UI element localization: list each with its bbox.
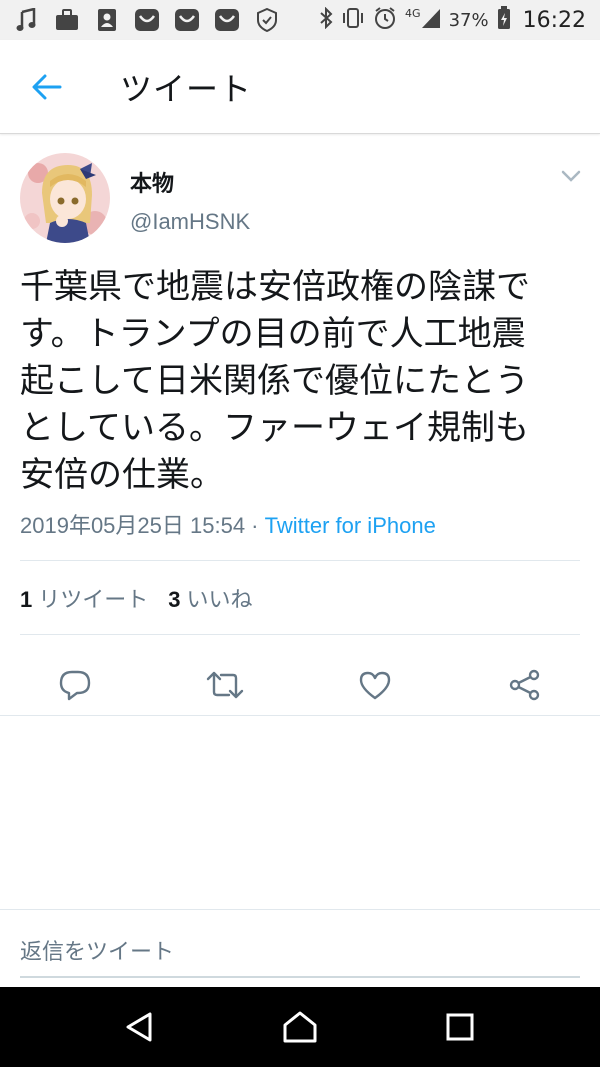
battery-charging-icon xyxy=(497,5,511,35)
system-nav-bar xyxy=(0,987,600,1067)
retweet-count-label: リツイート xyxy=(38,588,149,613)
tweet-source-link[interactable]: Twitter for iPhone xyxy=(265,513,436,538)
tweet-text-line: 安倍の仕業。 xyxy=(20,455,224,495)
user-handle[interactable]: @IamHSNK xyxy=(130,209,250,235)
notification-icons xyxy=(14,7,319,33)
tweet-options-button[interactable] xyxy=(558,166,584,186)
app-header: ツイート xyxy=(0,40,600,134)
tweet-text: 千葉県で地震は安倍政権の陰謀で す。トランプの目の前で人工地震 起こして日米関係… xyxy=(20,264,580,499)
share-button[interactable] xyxy=(450,654,600,716)
back-arrow-icon xyxy=(32,74,62,99)
tweet-author: 本物 @IamHSNK xyxy=(0,136,600,248)
signal-icon xyxy=(421,7,441,34)
system-status: 4G 37% 16:22 xyxy=(319,5,586,35)
app-badge-icon xyxy=(214,7,240,33)
reply-bar xyxy=(0,909,600,987)
back-button[interactable] xyxy=(22,62,72,112)
like-count[interactable]: 3 いいね xyxy=(168,582,252,614)
vibrate-icon xyxy=(341,7,365,34)
like-count-value: 3 xyxy=(168,587,181,612)
battery-percent: 37% xyxy=(448,9,489,31)
triangle-back-icon xyxy=(126,1012,152,1042)
meta-separator: · xyxy=(245,513,265,538)
retweet-button[interactable] xyxy=(150,654,300,716)
reply-input[interactable] xyxy=(20,928,580,978)
music-note-icon xyxy=(14,7,40,33)
retweet-count[interactable]: 1 リツイート xyxy=(20,582,148,614)
status-bar: 4G 37% 16:22 xyxy=(0,0,600,40)
contact-card-icon xyxy=(94,7,120,33)
chevron-down-icon xyxy=(561,170,581,182)
divider xyxy=(0,715,600,716)
like-count-label: いいね xyxy=(186,588,253,613)
app-badge-icon xyxy=(174,7,200,33)
network-type: 4G xyxy=(405,6,421,20)
shield-check-icon xyxy=(254,7,280,33)
clock: 16:22 xyxy=(522,7,586,33)
square-recents-icon xyxy=(446,1013,474,1041)
tweet-stats: 1 リツイート 3 いいね xyxy=(20,582,253,614)
tweet-actions xyxy=(0,654,600,716)
display-name[interactable]: 本物 xyxy=(130,166,174,198)
nav-back-button[interactable] xyxy=(105,992,175,1062)
home-icon xyxy=(283,1011,317,1043)
app-badge-icon xyxy=(134,7,160,33)
tweet-timestamp: 2019年05月25日 15:54 xyxy=(20,513,246,538)
reply-icon xyxy=(59,670,91,701)
divider xyxy=(20,634,580,635)
divider xyxy=(20,560,580,561)
tweet-text-line: 千葉県で地震は安倍政権の陰謀で xyxy=(20,267,530,307)
tweet-metadata: 2019年05月25日 15:54 · Twitter for iPhone xyxy=(20,508,436,540)
page-title: ツイート xyxy=(120,69,253,108)
tweet-text-line: 起こして日米関係で優位にたとう xyxy=(20,361,529,401)
heart-icon xyxy=(359,671,391,700)
like-button[interactable] xyxy=(300,654,450,716)
reply-button[interactable] xyxy=(0,654,150,716)
nav-recents-button[interactable] xyxy=(425,992,495,1062)
retweet-icon xyxy=(206,671,244,699)
bluetooth-icon xyxy=(319,6,333,34)
tweet-text-line: す。トランプの目の前で人工地震 xyxy=(20,314,526,354)
nav-home-button[interactable] xyxy=(265,992,335,1062)
tweet-detail: 本物 @IamHSNK 千葉県で地震は安倍政権の陰謀で す。トランプの目の前で人… xyxy=(0,136,600,716)
avatar[interactable] xyxy=(20,153,110,243)
retweet-count-value: 1 xyxy=(20,587,33,612)
briefcase-icon xyxy=(54,7,80,33)
tweet-text-line: としている。ファーウェイ規制も xyxy=(20,408,529,448)
share-icon xyxy=(509,669,540,701)
alarm-icon xyxy=(373,6,397,35)
